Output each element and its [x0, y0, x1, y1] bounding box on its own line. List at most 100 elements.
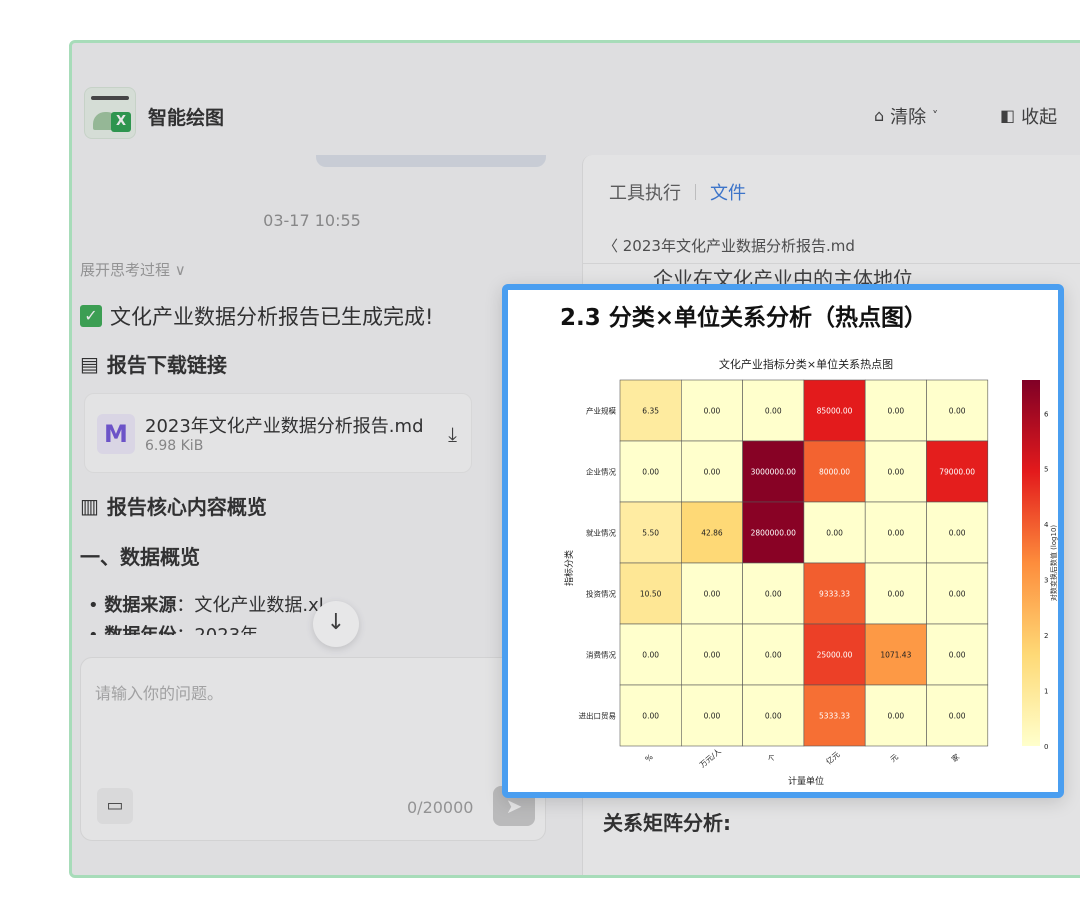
- file-size: 6.98 KiB: [145, 438, 204, 454]
- cell-value-label: 0.00: [949, 407, 966, 416]
- bullet-key: 数据来源: [104, 595, 177, 616]
- matrix-heading: 关系矩阵分析:: [603, 811, 731, 835]
- cell-value-label: 42.86: [701, 529, 723, 538]
- cell-value-label: 0.00: [949, 529, 966, 538]
- clear-label: 清除: [890, 107, 927, 128]
- tool-tabs: 工具执行 文件: [609, 179, 746, 205]
- cell-value-label: 5.50: [642, 529, 659, 538]
- sidebar-icon: ◧: [1000, 106, 1016, 125]
- message-timestamp: 03-17 10:55: [263, 211, 361, 230]
- x-tick-label: 个: [766, 752, 778, 764]
- cell-value-label: 0.00: [704, 468, 721, 477]
- cell-value-label: 0.00: [887, 407, 904, 416]
- colorbar-tick-label: 0: [1044, 743, 1048, 751]
- download-icon[interactable]: ⤓: [448, 422, 457, 446]
- colorbar-tick-label: 6: [1044, 410, 1049, 418]
- cell-value-label: 0.00: [887, 468, 904, 477]
- colorbar: [1022, 380, 1040, 746]
- cell-value-label: 25000.00: [817, 651, 853, 660]
- breadcrumb[interactable]: 〈 2023年文化产业数据分析报告.md: [603, 235, 855, 256]
- y-axis-label: 指标分类: [563, 550, 575, 586]
- colorbar-tick-label: 3: [1044, 577, 1048, 585]
- done-message-text: 文化产业数据分析报告已生成完成!: [110, 305, 434, 329]
- checkmark-icon: ✓: [80, 305, 102, 327]
- colorbar-tick-label: 4: [1044, 521, 1049, 529]
- cell-value-label: 6.35: [642, 407, 659, 416]
- y-tick-label: 投资情况: [586, 589, 616, 599]
- cell-value-label: 5333.33: [819, 712, 850, 721]
- x-tick-label: 亿元: [824, 749, 842, 767]
- expand-thinking-toggle[interactable]: 展开思考过程 ∨: [80, 259, 186, 280]
- cell-value-label: 0.00: [704, 712, 721, 721]
- cell-value-label: 0.00: [949, 712, 966, 721]
- cell-value-label: 0.00: [949, 590, 966, 599]
- bullet-value: 2023年: [194, 625, 258, 635]
- cell-value-label: 0.00: [765, 712, 782, 721]
- y-tick-label: 消费情况: [586, 650, 616, 660]
- app-logo-icon: X: [84, 87, 136, 139]
- chat-input[interactable]: 请输入你的问题。 ▭ 0/20000 ➤: [80, 657, 546, 841]
- colorbar-tick-label: 5: [1044, 466, 1048, 474]
- collapse-button[interactable]: ◧ 收起: [1000, 103, 1057, 129]
- cell-value-label: 0.00: [765, 407, 782, 416]
- cell-value-label: 0.00: [642, 712, 659, 721]
- x-tick-label: 元: [888, 752, 900, 764]
- download-section-text: 报告下载链接: [106, 353, 227, 377]
- done-message: ✓ 文化产业数据分析报告已生成完成!: [80, 301, 433, 331]
- chart-zoom-popup[interactable]: 2.3 分类×单位关系分析（热点图） 文化产业指标分类×单位关系热点图 计量单位…: [502, 284, 1064, 798]
- colorbar-tick-label: 1: [1044, 688, 1048, 696]
- y-tick-label: 企业情况: [586, 467, 616, 477]
- cell-value-label: 0.00: [642, 468, 659, 477]
- y-tick-label: 进出口贸易: [579, 711, 617, 721]
- input-placeholder: 请输入你的问题。: [95, 684, 224, 703]
- collapse-label: 收起: [1021, 107, 1058, 128]
- app-title: 智能绘图: [148, 107, 225, 129]
- tab-file[interactable]: 文件: [710, 179, 746, 205]
- cell-value-label: 0.00: [704, 651, 721, 660]
- list-item: • 数据年份：2023年: [88, 621, 258, 635]
- cell-value-label: 0.00: [704, 590, 721, 599]
- cell-value-label: 0.00: [642, 651, 659, 660]
- cell-value-label: 0.00: [826, 529, 843, 538]
- cell-value-label: 0.00: [765, 651, 782, 660]
- cell-value-label: 85000.00: [817, 407, 853, 416]
- chat-panel: 03-17 10:55 展开思考过程 ∨ ✓ 文化产业数据分析报告已生成完成! …: [72, 155, 570, 875]
- cell-value-label: 8000.00: [819, 468, 850, 477]
- bullet-key: 数据年份: [104, 625, 176, 635]
- bar-chart-icon: ▥: [80, 493, 99, 518]
- list-item: • 数据来源：文化产业数据.xl...: [88, 595, 341, 616]
- y-tick-label: 就业情况: [586, 528, 616, 538]
- broom-icon: ⌂: [874, 106, 885, 125]
- x-axis-label: 计量单位: [788, 775, 824, 787]
- cell-value-label: 0.00: [949, 651, 966, 660]
- cell-value-label: 3000000.00: [751, 468, 797, 477]
- scroll-down-button[interactable]: ↓: [313, 601, 359, 647]
- core-section-text: 报告核心内容概览: [106, 495, 267, 519]
- x-tick-label: 家: [949, 751, 962, 764]
- download-section-heading: ▤ 报告下载链接: [80, 349, 227, 378]
- chevron-down-icon: ˅: [932, 109, 939, 123]
- document-icon: ▤: [80, 351, 99, 376]
- markdown-file-icon: M: [97, 414, 135, 454]
- y-tick-label: 产业规模: [586, 406, 616, 416]
- colorbar-label: 对数变换后数值 (log10): [1049, 525, 1058, 602]
- tab-tool-execution[interactable]: 工具执行: [609, 179, 681, 205]
- file-card[interactable]: M 2023年文化产业数据分析报告.md 6.98 KiB ⤓: [84, 393, 472, 473]
- clear-button[interactable]: ⌂ 清除 ˅: [874, 103, 938, 129]
- overview-heading: 一、数据概览: [80, 545, 200, 569]
- char-counter: 0/20000: [407, 798, 474, 817]
- cell-value-label: 0.00: [887, 590, 904, 599]
- tab-divider: [695, 184, 696, 200]
- attach-file-icon[interactable]: ▭: [97, 788, 133, 824]
- app-header: X 智能绘图 ⌂ 清除 ˅ ◧ 收起: [72, 43, 1080, 155]
- cell-value-label: 79000.00: [939, 468, 975, 477]
- cell-value-label: 0.00: [765, 590, 782, 599]
- file-name: 2023年文化产业数据分析报告.md: [145, 416, 424, 437]
- cell-value-label: 9333.33: [819, 590, 850, 599]
- previous-message-bubble: [316, 155, 546, 167]
- cell-value-label: 1071.43: [880, 651, 911, 660]
- heatmap-chart: 文化产业指标分类×单位关系热点图 计量单位 指标分类 对数变换后数值 (log1…: [563, 357, 1058, 787]
- core-section-heading: ▥ 报告核心内容概览: [80, 491, 267, 520]
- cell-value-label: 0.00: [887, 529, 904, 538]
- cell-value-label: 2800000.00: [751, 529, 797, 538]
